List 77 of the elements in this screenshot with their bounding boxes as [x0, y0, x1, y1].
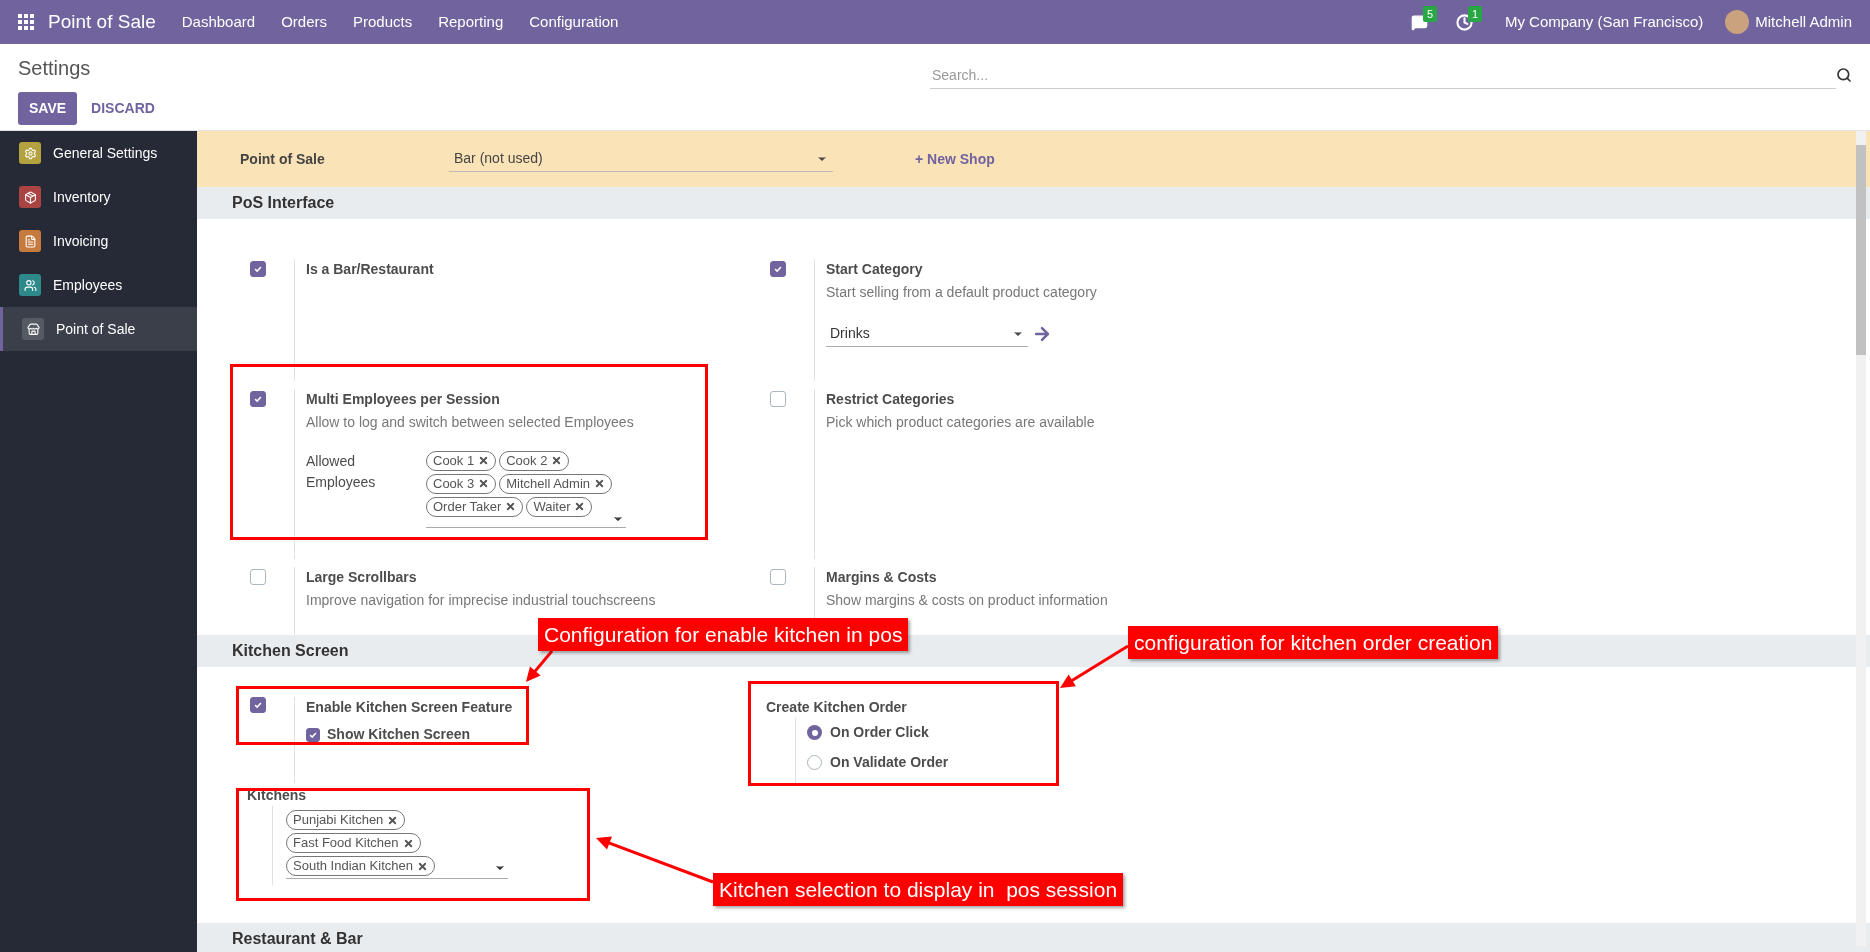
nav-menu-item[interactable]: Reporting: [438, 10, 504, 34]
nav-menu-item[interactable]: Products: [353, 10, 413, 34]
checkmark-icon: [253, 264, 263, 274]
checkmark-icon: [773, 264, 783, 274]
save-button[interactable]: SAVE: [18, 92, 78, 125]
scrollbar[interactable]: [1856, 131, 1866, 946]
setting-description: Show margins & costs on product information: [826, 591, 1108, 611]
sidebar-item[interactable]: Invoicing: [0, 219, 197, 263]
checkbox-label: Show Kitchen Screen: [327, 725, 471, 744]
nav-menu-item[interactable]: Orders: [281, 10, 327, 34]
setting-title: Restrict Categories: [826, 389, 956, 409]
checkbox[interactable]: [250, 261, 266, 277]
search-icon[interactable]: [1836, 67, 1852, 83]
kitchens-field[interactable]: Punjabi Kitchen Fast Food Kitchen South Indian Kitchen: [286, 810, 508, 879]
radio-button[interactable]: [807, 755, 822, 770]
avatar: [1725, 10, 1750, 34]
checkbox[interactable]: [250, 697, 266, 713]
annotation-callout: Configuration for enable kitchen in pos: [538, 618, 909, 651]
remove-icon[interactable]: [417, 860, 428, 872]
sidebar-item[interactable]: Point of Sale: [0, 307, 197, 351]
remove-icon[interactable]: [594, 478, 605, 490]
section-header: PoS Interface: [197, 187, 1870, 219]
user-menu[interactable]: Mitchell Admin: [1755, 10, 1852, 34]
checkbox[interactable]: [770, 390, 786, 407]
radio-label: On Order Click: [830, 723, 929, 742]
annotation-callout: configuration for kitchen order creation: [1128, 626, 1499, 659]
nav-menu-item[interactable]: Configuration: [529, 10, 619, 34]
setting-description: Start selling from a default product category: [826, 283, 1097, 302]
setting-title: Start Category: [826, 260, 924, 279]
remove-icon[interactable]: [574, 501, 586, 513]
setting-title: Margins & Costs: [826, 568, 938, 588]
remove-icon[interactable]: [478, 478, 490, 490]
field-label: Allowed Employees: [306, 451, 377, 492]
checkbox[interactable]: [306, 727, 320, 742]
setting-title: Large Scrollbars: [306, 568, 418, 588]
tags-field[interactable]: Cook 1 Cook 2 Cook 3 Mitchell Admin Order Taker Waiter: [426, 450, 626, 528]
remove-icon[interactable]: [387, 814, 399, 826]
setting-title: Is a Bar/Restaurant: [306, 260, 434, 279]
setting-description: Improve navigation for imprecise industrial touchscreens: [306, 591, 656, 611]
discard-button[interactable]: DISCARD: [81, 92, 165, 125]
new-shop-link[interactable]: + New Shop: [915, 148, 995, 170]
nav-menu-item[interactable]: Dashboard: [181, 10, 256, 34]
field-label: Kitchens: [247, 786, 308, 805]
shop-label: Point of Sale: [240, 149, 326, 169]
sidebar-item[interactable]: Inventory: [0, 175, 197, 219]
checkbox[interactable]: [250, 569, 266, 586]
remove-icon[interactable]: [551, 455, 563, 467]
setting-description: Allow to log and switch between selected Employees: [306, 412, 634, 432]
annotation-callout: Kitchen selection to display in pos session: [713, 873, 1124, 906]
setting-title: Enable Kitchen Screen Feature: [306, 698, 513, 717]
remove-icon[interactable]: [478, 455, 490, 467]
count-badge: 1: [1467, 5, 1482, 22]
radio-button[interactable]: [807, 725, 822, 740]
sidebar-item[interactable]: Employees: [0, 263, 197, 307]
setting-title: Multi Employees per Session: [306, 389, 501, 409]
count-badge: 5: [1422, 5, 1437, 22]
setting-title: Create Kitchen Order: [766, 698, 908, 717]
category-select[interactable]: Drinks: [826, 321, 1028, 347]
checkmark-icon: [253, 700, 263, 710]
apps-grid-icon[interactable]: [18, 14, 34, 30]
checkbox[interactable]: [770, 261, 786, 277]
app-name[interactable]: Point of Sale: [48, 7, 156, 37]
search-field[interactable]: Search...: [930, 61, 1836, 89]
sidebar-item[interactable]: General Settings: [0, 131, 197, 175]
clock-icon[interactable]: [1455, 13, 1473, 31]
remove-icon[interactable]: [402, 837, 414, 849]
page-title: Settings: [18, 56, 92, 81]
annotation-arrow: [1060, 644, 1129, 688]
shop-select[interactable]: Bar (not used): [449, 146, 833, 172]
checkbox[interactable]: [250, 390, 266, 407]
setting-description: Pick which product categories are available: [826, 412, 1095, 432]
section-header: Restaurant & Bar: [197, 923, 1870, 952]
remove-icon[interactable]: [505, 501, 517, 513]
annotation-arrow: [526, 650, 554, 682]
radio-label: On Validate Order: [830, 753, 949, 772]
company-switcher[interactable]: My Company (San Francisco): [1504, 10, 1704, 34]
checkbox[interactable]: [770, 569, 786, 586]
